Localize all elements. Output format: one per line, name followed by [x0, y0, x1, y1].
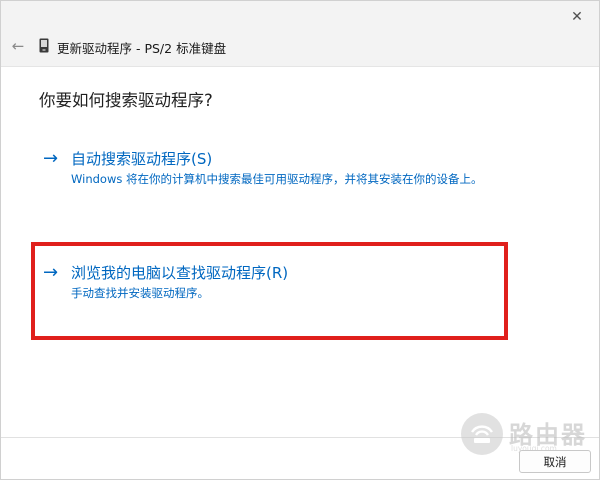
router-logo-icon [461, 413, 503, 455]
right-arrow-icon: → [43, 262, 59, 283]
auto-search-title[interactable]: 自动搜索驱动程序(S) [71, 149, 212, 169]
cancel-button[interactable]: 取消 [519, 450, 591, 473]
back-arrow-icon: ← [11, 37, 25, 55]
auto-search-option[interactable]: → 自动搜索驱动程序(S) Windows 将在你的计算机中搜索最佳可用驱动程序… [37, 149, 501, 189]
browse-computer-option[interactable]: → 浏览我的电脑以查找驱动程序(R) 手动查找并安装驱动程序。 [37, 263, 501, 303]
page-heading: 你要如何搜索驱动程序? [39, 91, 213, 110]
browse-computer-description: 手动查找并安装驱动程序。 [71, 286, 209, 300]
title-bar: ✕ ← 更新驱动程序 - PS/2 标准键盘 [1, 1, 599, 67]
update-driver-dialog: ✕ ← 更新驱动程序 - PS/2 标准键盘 你要如何搜索驱动程序? → 自动搜… [0, 0, 600, 480]
auto-search-description: Windows 将在你的计算机中搜索最佳可用驱动程序，并将其安装在你的设备上。 [71, 172, 483, 186]
keyboard-device-icon [39, 38, 49, 53]
watermark-text: 路由器 [509, 421, 587, 449]
close-icon: ✕ [571, 9, 583, 25]
back-button[interactable]: ← [7, 35, 29, 57]
right-arrow-icon: → [43, 148, 59, 169]
footer-divider [1, 437, 599, 438]
browse-computer-title[interactable]: 浏览我的电脑以查找驱动程序(R) [71, 263, 288, 283]
close-button[interactable]: ✕ [561, 3, 593, 31]
window-title: 更新驱动程序 - PS/2 标准键盘 [57, 41, 227, 56]
